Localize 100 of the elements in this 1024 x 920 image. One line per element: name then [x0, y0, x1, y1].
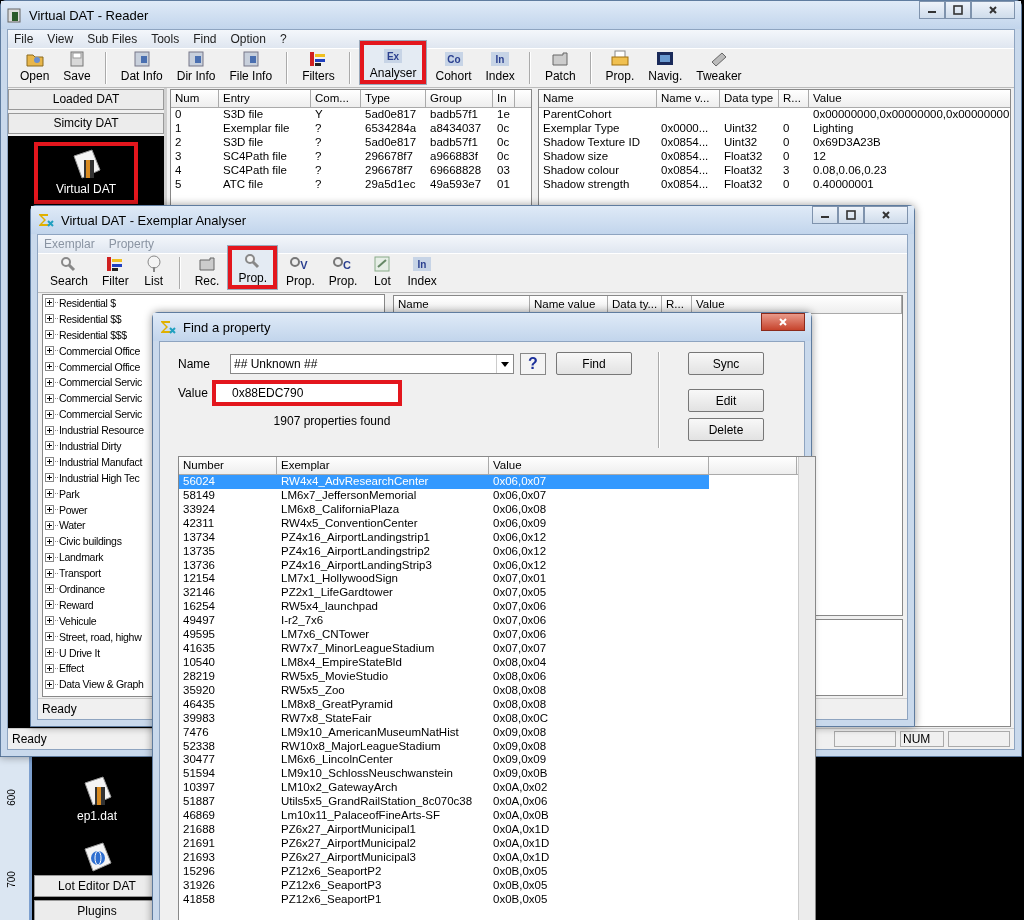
table-row[interactable]: 21693 PZ6x27_AirportMunicipal3 0x0A,0x1D: [179, 850, 709, 865]
tree-item[interactable]: Industrial High Tec: [59, 471, 140, 484]
expand-icon[interactable]: [45, 584, 54, 594]
toolbar-button[interactable]: C Prop.: [322, 253, 364, 290]
table-row[interactable]: 39983 RW7x8_StateFair 0x08,0x0C: [179, 711, 709, 726]
expand-icon[interactable]: [45, 346, 54, 356]
tree-item[interactable]: Ordinance: [59, 582, 105, 595]
table-row[interactable]: 16254 RW5x4_launchpad 0x07,0x06: [179, 600, 709, 615]
tree-item[interactable]: Park: [59, 487, 80, 500]
maximize-button[interactable]: [945, 1, 971, 19]
menu-item[interactable]: Tools: [151, 32, 180, 46]
expand-icon[interactable]: [45, 505, 54, 514]
column-header[interactable]: In: [493, 90, 515, 107]
expand-icon[interactable]: [45, 679, 54, 689]
expand-icon[interactable]: [45, 663, 54, 673]
toolbar-button[interactable]: Tweaker: [690, 48, 748, 85]
tree-item[interactable]: Commercial Servic: [59, 376, 142, 389]
close-button[interactable]: [971, 1, 1015, 19]
table-row[interactable]: 46869 Lm10x11_PalaceofFineArts-SF 0x0A,0x0B: [179, 809, 709, 824]
toolbar-button[interactable]: Open: [14, 48, 56, 85]
action-button[interactable]: Delete: [688, 418, 764, 441]
toolbar-button[interactable]: File Info: [223, 48, 279, 85]
toolbar-button[interactable]: List: [136, 253, 171, 290]
toolbar-button[interactable]: Lot: [365, 253, 400, 290]
toolbar-button[interactable]: Filter: [96, 253, 135, 290]
tree-item[interactable]: Civic buildings: [59, 535, 122, 548]
column-header[interactable]: Value: [809, 90, 1010, 107]
column-header[interactable]: Exemplar: [277, 457, 489, 474]
tree-item[interactable]: Commercial Servic: [59, 392, 142, 405]
scrollbar[interactable]: [798, 457, 815, 920]
expand-icon[interactable]: [45, 314, 54, 324]
table-row[interactable]: 33924 LM6x8_CaliforniaPlaza 0x06,0x08: [179, 502, 709, 517]
dat-item[interactable]: Virtual DAT: [33, 142, 139, 204]
panel-tab[interactable]: Simcity DAT: [8, 113, 164, 134]
expand-icon[interactable]: [45, 441, 54, 451]
tree-item[interactable]: Residential $$: [59, 312, 122, 325]
column-header[interactable]: Name: [539, 90, 657, 107]
toolbar-button[interactable]: In Index: [479, 48, 521, 85]
tree-item[interactable]: Residential $: [59, 296, 116, 309]
toolbar-button[interactable]: Prop.: [227, 245, 279, 290]
toolbar-button[interactable]: V Prop.: [280, 253, 321, 290]
tree-item[interactable]: Commercial Servic: [59, 408, 142, 421]
expand-icon[interactable]: [45, 457, 54, 467]
expand-icon[interactable]: [45, 632, 54, 642]
toolbar-button[interactable]: Save: [57, 48, 97, 85]
table-row[interactable]: 42311 RW4x5_ConventionCenter 0x06,0x09: [179, 516, 709, 531]
expand-icon[interactable]: [45, 600, 54, 610]
minimize-button[interactable]: [812, 206, 838, 224]
tree-item[interactable]: Residential $$$: [59, 328, 127, 341]
tree-item[interactable]: Industrial Dirty: [59, 439, 122, 452]
tree-item[interactable]: Commercial Office: [59, 360, 141, 373]
toolbar-button[interactable]: Search: [44, 253, 95, 290]
table-row[interactable]: 52338 RW10x8_MajorLeagueStadium 0x09,0x08: [179, 739, 709, 754]
expand-icon[interactable]: [45, 520, 54, 530]
table-row[interactable]: 21688 PZ6x27_AirportMunicipal1 0x0A,0x1D: [179, 823, 709, 837]
tree-item[interactable]: Power: [59, 503, 88, 516]
toolbar-button[interactable]: In Index: [401, 253, 443, 290]
tree-item[interactable]: Industrial Resource: [59, 424, 144, 437]
column-header[interactable]: Type: [361, 90, 426, 107]
menu-item[interactable]: ?: [279, 32, 287, 46]
tree-item[interactable]: U Drive It: [59, 646, 100, 659]
name-dropdown[interactable]: ## Unknown ##: [230, 353, 514, 374]
menu-item[interactable]: Option: [230, 32, 266, 46]
toolbar-button[interactable]: Navig.: [642, 48, 689, 85]
column-header[interactable]: Number: [179, 457, 277, 474]
table-row[interactable]: 49497 I-r2_7x6 0x07,0x06: [179, 614, 709, 629]
action-button[interactable]: Sync: [688, 352, 764, 375]
column-header[interactable]: Num: [171, 90, 219, 107]
table-row[interactable]: 35920 RW5x5_Zoo 0x08,0x08: [179, 683, 709, 698]
column-header[interactable]: Name v...: [657, 90, 720, 107]
column-header[interactable]: Value: [489, 457, 709, 474]
tree-item[interactable]: Vehicule: [59, 614, 97, 627]
table-row[interactable]: 21691 PZ6x27_AirportMunicipal2 0x0A,0x1D: [179, 836, 709, 851]
help-button[interactable]: ?: [520, 352, 546, 375]
menu-item[interactable]: View: [47, 32, 74, 46]
expand-icon[interactable]: [45, 377, 54, 387]
table-row[interactable]: 13735 PZ4x16_AirportLandingstrip2 0x06,0x12: [179, 544, 709, 559]
table-row[interactable]: 15296 PZ12x6_SeaportP2 0x0B,0x05: [179, 864, 709, 879]
find-button[interactable]: Find: [556, 352, 632, 375]
table-row[interactable]: 13734 PZ4x16_AirportLandingstrip1 0x06,0x12: [179, 530, 709, 545]
toolbar-button[interactable]: Patch: [538, 48, 582, 85]
tree-item[interactable]: Commercial Office: [59, 344, 141, 357]
table-row[interactable]: 12154 LM7x1_HollywoodSign 0x07,0x01: [179, 572, 709, 587]
value-field[interactable]: 0x88EDC790: [212, 380, 402, 406]
expand-icon[interactable]: [45, 425, 54, 435]
expand-icon[interactable]: [45, 616, 54, 626]
toolbar-button[interactable]: Rec.: [188, 253, 226, 290]
expand-icon[interactable]: [45, 409, 54, 419]
tree-item[interactable]: Transport: [59, 567, 101, 580]
expand-icon[interactable]: [45, 552, 54, 562]
expand-icon[interactable]: [45, 489, 54, 499]
maximize-button[interactable]: [838, 206, 864, 224]
toolbar-button[interactable]: Dat Info: [114, 48, 169, 85]
panel-tab[interactable]: Loaded DAT: [8, 89, 164, 110]
expand-icon[interactable]: [45, 393, 54, 403]
expand-icon[interactable]: [45, 473, 54, 483]
column-header[interactable]: Com...: [311, 90, 361, 107]
menu-item[interactable]: File: [14, 32, 34, 46]
toolbar-button[interactable]: Co Cohort: [429, 48, 478, 85]
column-header[interactable]: Entry: [219, 90, 311, 107]
